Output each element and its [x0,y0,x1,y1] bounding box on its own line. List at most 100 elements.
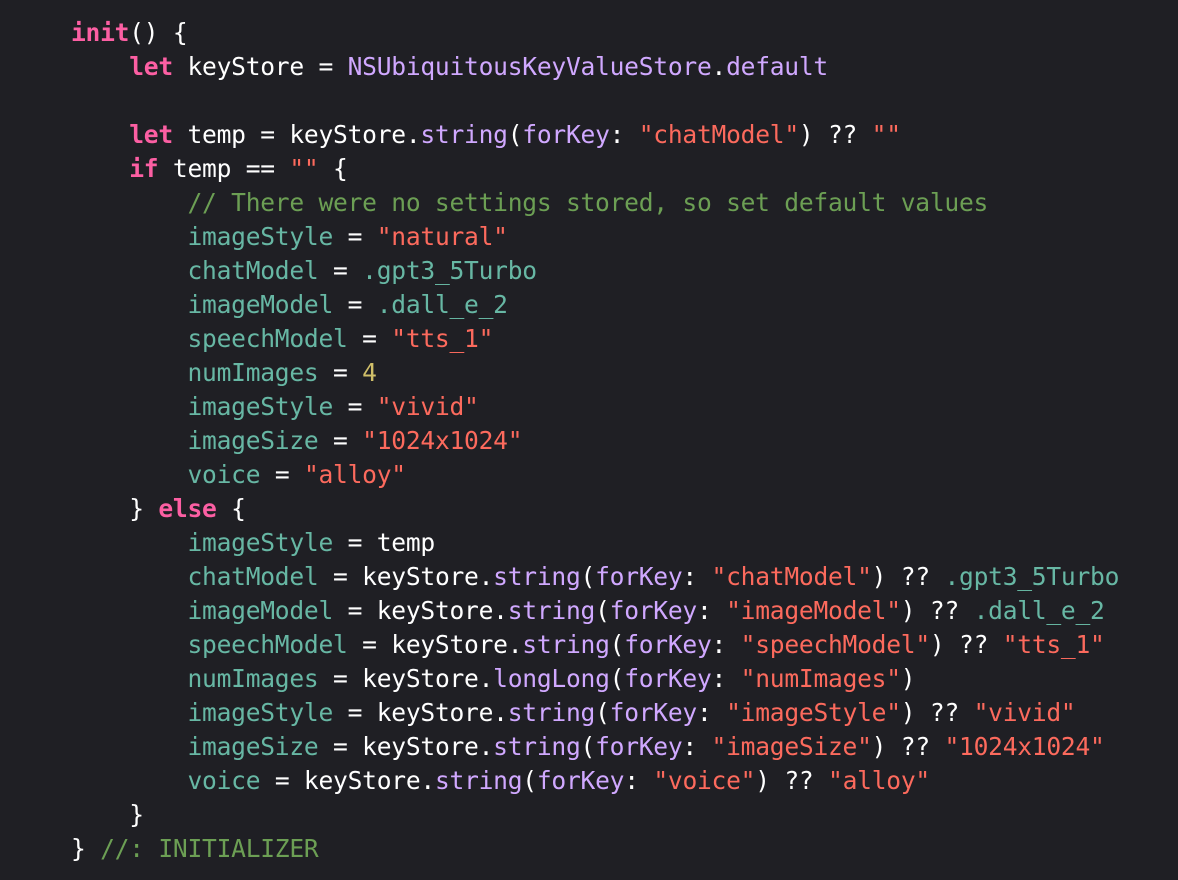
code-token-type: forKey [624,664,712,693]
code-line[interactable]: imageModel = keyStore.string(forKey: "im… [71,594,1178,628]
code-token-type: string [434,766,523,795]
code-token-plain: = [347,324,392,353]
code-token-type: forKey [595,732,683,761]
code-line[interactable]: imageStyle = temp [71,526,1178,560]
code-token-kw: let [129,52,173,81]
code-token-plain: : [682,562,712,591]
code-line[interactable]: if temp == "" { [71,152,1178,186]
code-token-str: "1024x1024" [362,426,523,455]
code-line[interactable]: imageStyle = "vivid" [71,390,1178,424]
code-line[interactable]: let temp = keyStore.string(forKey: "chat… [71,118,1178,152]
code-token-type: string [507,596,596,625]
code-token-type: NSUbiquitousKeyValueStore [347,52,712,81]
code-token-var: imageModel [187,596,334,625]
code-line[interactable]: imageSize = "1024x1024" [71,424,1178,458]
code-line[interactable]: chatModel = .gpt3_5Turbo [71,254,1178,288]
code-token-str: "imageSize" [711,732,872,761]
code-token-type: forKey [624,630,712,659]
code-token-plain: ) ?? [929,630,1003,659]
code-line[interactable]: speechModel = "tts_1" [71,322,1178,356]
code-token-plain: ( [580,732,596,761]
code-token-type: string [493,732,581,761]
code-token-plain: . [711,52,727,81]
code-line[interactable]: voice = "alloy" [71,458,1178,492]
code-line[interactable]: imageModel = .dall_e_2 [71,288,1178,322]
code-editor[interactable]: init() { let keyStore = NSUbiquitousKeyV… [0,0,1178,880]
code-token-plain: = [333,290,377,319]
code-token-var: .gpt3_5Turbo [944,562,1120,591]
code-line[interactable]: speechModel = keyStore.string(forKey: "s… [71,628,1178,662]
code-token-plain: ( [609,664,625,693]
code-token-var: imageStyle [187,222,334,251]
code-token-type: longLong [493,664,610,693]
code-token-type: string [507,698,596,727]
code-token-plain: = [333,392,377,421]
code-token-cmt: //: INITIALIZER [100,834,319,863]
code-token-plain: ( [507,120,523,149]
code-token-var: chatModel [187,256,319,285]
code-line[interactable]: } [71,798,1178,832]
code-token-str: "tts_1" [391,324,494,353]
code-token-str: "vivid" [376,392,479,421]
code-token-plain: ) ?? [798,120,872,149]
code-token-plain: = keyStore. [318,562,494,591]
code-token-plain: } [129,800,144,829]
code-token-plain: ) ?? [755,766,829,795]
code-token-str: "natural" [376,222,508,251]
code-line[interactable]: imageSize = keyStore.string(forKey: "ima… [71,730,1178,764]
code-token-plain: : [624,766,654,795]
code-line[interactable]: numImages = keyStore.longLong(forKey: "n… [71,662,1178,696]
code-token-str: "imageModel" [726,596,901,625]
code-token-plain: : [711,664,741,693]
code-line[interactable]: let keyStore = NSUbiquitousKeyValueStore… [71,50,1178,84]
code-token-kw: if [129,154,159,183]
code-token-kw: else [158,494,217,523]
code-token-plain: = keyStore. [318,664,494,693]
code-token-str: "alloy" [303,460,406,489]
code-line[interactable]: voice = keyStore.string(forKey: "voice")… [71,764,1178,798]
code-token-var: .dall_e_2 [376,290,508,319]
code-token-plain: { [216,494,246,523]
code-line[interactable]: imageStyle = keyStore.string(forKey: "im… [71,696,1178,730]
code-token-var: imageStyle [187,528,334,557]
code-token-type: forKey [609,698,698,727]
code-token-str: "alloy" [828,766,930,795]
code-line[interactable]: imageStyle = "natural" [71,220,1178,254]
code-token-var: speechModel [187,324,348,353]
code-token-plain: ( [595,596,610,625]
code-token-num: 4 [362,358,377,387]
code-line[interactable] [71,84,1178,118]
code-token-str: "numImages" [740,664,901,693]
code-line[interactable]: chatModel = keyStore.string(forKey: "cha… [71,560,1178,594]
code-token-kw: let [129,120,173,149]
code-token-plain: } [71,834,101,863]
code-line[interactable]: } //: INITIALIZER [71,832,1178,866]
code-token-plain: = [318,358,363,387]
code-token-str: "" [871,120,901,149]
code-token-var: voice [187,460,261,489]
code-line[interactable]: init() { [71,16,1178,50]
code-token-type: default [726,52,828,81]
code-line[interactable]: // There were no settings stored, so set… [71,186,1178,220]
code-line[interactable]: } else { [71,492,1178,526]
code-token-var: imageStyle [187,392,334,421]
code-line[interactable]: numImages = 4 [71,356,1178,390]
code-token-plain: ) [900,664,916,693]
code-token-var: chatModel [187,562,319,591]
code-token-str: "imageStyle" [726,698,901,727]
code-token-str: "voice" [653,766,756,795]
